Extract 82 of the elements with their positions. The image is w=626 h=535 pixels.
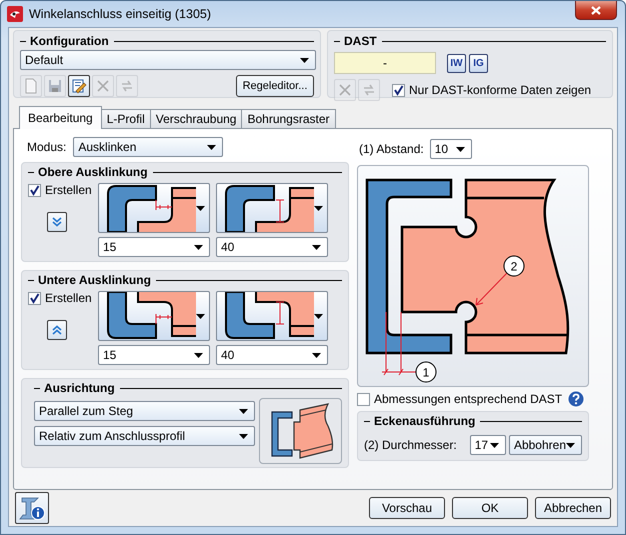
checkbox[interactable] bbox=[392, 84, 405, 96]
group-title: Eckenausführung bbox=[374, 414, 476, 428]
caret-icon bbox=[239, 408, 248, 414]
mode-dropdown[interactable]: Ausklinken bbox=[73, 137, 224, 157]
caret-icon bbox=[300, 58, 309, 62]
checkbox-label: Abmessungen entsprechend DAST bbox=[374, 392, 562, 406]
diameter-dropdown[interactable]: 17 bbox=[470, 435, 506, 455]
delete-icon bbox=[337, 82, 353, 98]
distance-label: (1) Abstand: bbox=[359, 142, 424, 156]
mode-label: Modus: bbox=[27, 140, 66, 154]
group-title: Konfiguration bbox=[30, 34, 109, 48]
delete-icon bbox=[95, 78, 111, 94]
dast-value-field[interactable]: - bbox=[334, 52, 436, 74]
checkbox-label: Erstellen bbox=[45, 291, 92, 305]
caret-icon bbox=[566, 442, 575, 448]
value-dropdown[interactable]: 15 bbox=[98, 237, 210, 257]
dast-standard-button[interactable]: IG bbox=[469, 54, 488, 72]
caret-icon bbox=[196, 206, 205, 210]
alignment-button[interactable] bbox=[259, 398, 342, 464]
callout-marker: 1 bbox=[416, 362, 436, 382]
help-icon[interactable] bbox=[568, 391, 584, 407]
close-button[interactable] bbox=[575, 1, 617, 20]
collapse-button[interactable] bbox=[47, 212, 67, 232]
caret-icon bbox=[456, 146, 465, 152]
profile-info-button[interactable] bbox=[15, 492, 49, 524]
caret-icon bbox=[314, 314, 323, 318]
group-title: Ausrichtung bbox=[44, 381, 115, 395]
notch-style-dropdown[interactable] bbox=[98, 291, 210, 341]
dimension-line bbox=[382, 312, 418, 376]
edit-icon bbox=[71, 78, 87, 94]
dialog-button[interactable]: OK bbox=[452, 497, 528, 519]
value-dropdown[interactable]: 40 bbox=[216, 237, 328, 257]
alignment-dropdown[interactable]: Parallel zum Steg bbox=[34, 401, 255, 421]
beam-info-icon bbox=[18, 495, 46, 521]
rule-editor-button[interactable]: Regeleditor... bbox=[236, 75, 314, 97]
alignment-dropdown[interactable]: Relativ zum Anschlussprofil bbox=[34, 426, 255, 446]
dast-standard-button[interactable]: IW bbox=[447, 54, 466, 72]
new-document-icon bbox=[23, 78, 39, 94]
tab[interactable]: Bohrungsraster bbox=[241, 109, 336, 128]
checkbox[interactable] bbox=[28, 184, 41, 196]
value-dropdown[interactable]: 15 bbox=[98, 345, 210, 365]
caret-icon bbox=[207, 144, 216, 150]
caret-icon bbox=[312, 352, 321, 358]
configuration-dropdown[interactable]: Default bbox=[20, 50, 316, 70]
tab[interactable]: Bearbeitung bbox=[19, 106, 102, 129]
refresh-icon bbox=[119, 78, 135, 94]
distance-dropdown[interactable]: 10 bbox=[430, 139, 472, 159]
caret-icon bbox=[314, 206, 323, 210]
checkbox-label: Nur DAST-konforme Daten zeigen bbox=[409, 83, 592, 97]
corner-mode-dropdown[interactable]: Abbohren bbox=[508, 435, 582, 455]
double-chevron-icon bbox=[52, 325, 62, 335]
collapse-button[interactable] bbox=[47, 320, 67, 340]
callout-marker: 2 bbox=[504, 256, 524, 276]
close-icon bbox=[591, 6, 601, 14]
diameter-label: (2) Durchmesser: bbox=[364, 438, 457, 452]
checkbox-label: Erstellen bbox=[45, 183, 92, 197]
caret-icon bbox=[194, 352, 203, 358]
group-title: Untere Ausklinkung bbox=[38, 273, 151, 287]
refresh-icon bbox=[361, 82, 377, 98]
caret-icon bbox=[490, 442, 499, 448]
checkbox[interactable] bbox=[357, 392, 370, 406]
caret-icon bbox=[239, 434, 248, 438]
dialog-button[interactable]: Abbrechen bbox=[535, 497, 611, 519]
window-title: Winkelanschluss einseitig (1305) bbox=[29, 7, 212, 21]
app-icon bbox=[7, 6, 23, 22]
checkbox[interactable] bbox=[28, 292, 41, 304]
dialog-button[interactable]: Vorschau bbox=[369, 497, 445, 519]
tab[interactable]: L-Profil bbox=[100, 109, 151, 128]
notch-style-dropdown[interactable] bbox=[98, 183, 210, 233]
tab[interactable]: Verschraubung bbox=[150, 109, 242, 128]
group-title: DAST bbox=[344, 34, 377, 48]
notch-style-dropdown[interactable] bbox=[216, 291, 328, 341]
leader-line bbox=[476, 272, 508, 306]
double-chevron-icon bbox=[52, 217, 62, 227]
edit-button[interactable] bbox=[68, 75, 90, 97]
value-dropdown[interactable]: 40 bbox=[216, 345, 328, 365]
group-title: Obere Ausklinkung bbox=[38, 165, 148, 179]
caret-icon bbox=[196, 314, 205, 318]
save-icon bbox=[47, 78, 63, 94]
caret-icon bbox=[312, 244, 321, 250]
caret-icon bbox=[194, 244, 203, 250]
notch-style-dropdown[interactable] bbox=[216, 183, 328, 233]
